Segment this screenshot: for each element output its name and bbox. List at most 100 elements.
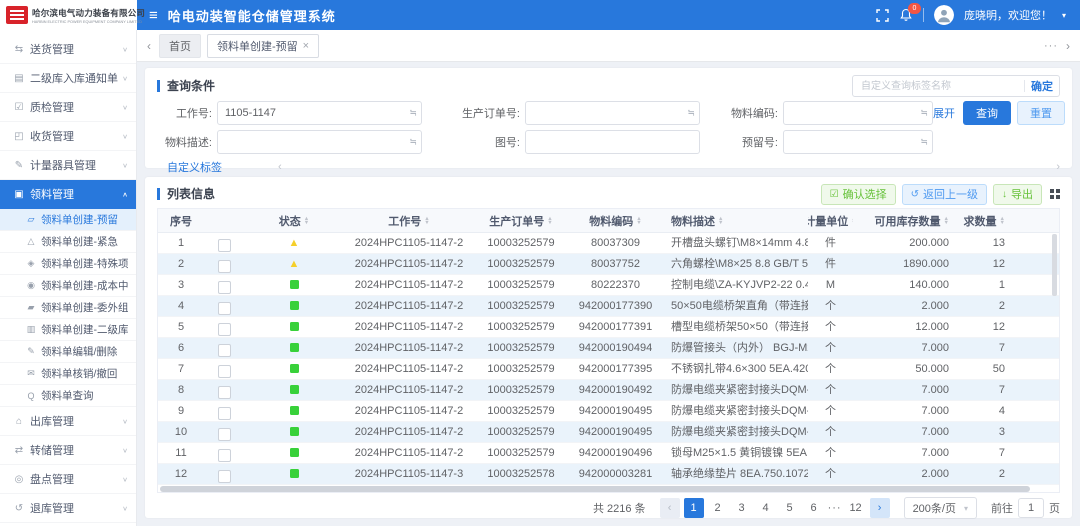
row-checkbox[interactable] <box>218 281 231 294</box>
sidebar-item-create-secondary[interactable]: ▥领料单创建-二级库 <box>0 319 136 341</box>
row-checkbox[interactable] <box>218 260 231 273</box>
column-header-5[interactable]: 物料编码▲▼ <box>568 213 663 229</box>
production-order-input[interactable] <box>526 102 699 124</box>
user-avatar[interactable] <box>934 5 954 25</box>
filter-mode-icon[interactable]: ≒ <box>687 108 695 119</box>
sort-caret-icon[interactable]: ▲▼ <box>636 217 641 225</box>
custom-tag-link[interactable]: 自定义标签 <box>167 159 222 175</box>
custom-tag-input[interactable] <box>859 80 1018 93</box>
pagination-next-button[interactable]: › <box>870 498 890 518</box>
sort-caret-icon[interactable]: ▲▼ <box>547 217 552 225</box>
tab-1[interactable]: 领料单创建-预留× <box>207 34 319 58</box>
sidebar-item-inbound-notice[interactable]: ▤二级库入库通知单∨ <box>0 64 136 93</box>
jump-page-input[interactable] <box>1018 498 1044 518</box>
sidebar-item-doc-query[interactable]: Q领料单查询 <box>0 385 136 407</box>
fullscreen-icon[interactable] <box>876 9 889 22</box>
sidebar-item-transfer[interactable]: ⇄转储管理∨ <box>0 436 136 465</box>
pagination-page-6[interactable]: 6 <box>804 498 824 518</box>
pagination-ellipsis[interactable]: ··· <box>828 502 842 514</box>
column-header-2[interactable]: 状态▲▼ <box>244 213 344 229</box>
table-row[interactable]: 72024HPC1105-1147-2100032525799420001773… <box>158 359 1059 380</box>
row-checkbox[interactable] <box>218 407 231 420</box>
tabs-scroll-right-icon[interactable]: › <box>1066 39 1070 53</box>
sidebar-item-edit-delete[interactable]: ✎领料单编辑/删除 <box>0 341 136 363</box>
drawing-no-input[interactable] <box>526 131 699 153</box>
row-checkbox[interactable] <box>218 428 231 441</box>
sidebar-item-receiving[interactable]: ◰收货管理∨ <box>0 122 136 151</box>
sidebar-item-stocktake[interactable]: ◎盘点管理∨ <box>0 465 136 494</box>
tags-scroll-right-icon[interactable]: › <box>1056 161 1060 173</box>
pagination-page-12[interactable]: 12 <box>846 498 866 518</box>
table-row[interactable]: 112024HPC1105-1147-210003252579942000190… <box>158 443 1059 464</box>
table-row[interactable]: 52024HPC1105-1147-2100032525799420001773… <box>158 317 1059 338</box>
row-checkbox[interactable] <box>218 386 231 399</box>
sidebar-item-create-outsource[interactable]: ▰领料单创建-委外组件 <box>0 297 136 319</box>
column-settings-icon[interactable] <box>1050 189 1060 199</box>
material-desc-input[interactable] <box>218 131 421 153</box>
tab-close-icon[interactable]: × <box>303 40 309 52</box>
back-up-level-button[interactable]: ↺返回上一级 <box>902 184 987 205</box>
tabs-more-icon[interactable]: ··· <box>1044 40 1058 52</box>
menu-collapse-icon[interactable]: ≡ <box>149 8 158 23</box>
pagination-page-1[interactable]: 1 <box>684 498 704 518</box>
sort-caret-icon[interactable]: ▲▼ <box>944 217 949 225</box>
row-checkbox[interactable] <box>218 323 231 336</box>
filter-mode-icon[interactable]: ≒ <box>920 137 928 148</box>
row-checkbox[interactable] <box>218 365 231 378</box>
column-header-7[interactable]: 计量单位▲▼ <box>808 213 853 229</box>
filter-mode-icon[interactable]: ≒ <box>409 108 417 119</box>
horizontal-scrollbar[interactable] <box>160 486 1057 492</box>
page-size-select[interactable]: 200条/页▾ <box>904 497 977 519</box>
sidebar-item-create-special[interactable]: ◈领料单创建-特殊项目 <box>0 253 136 275</box>
sort-caret-icon[interactable]: ▲▼ <box>1000 217 1005 225</box>
row-checkbox[interactable] <box>218 302 231 315</box>
table-row[interactable]: 62024HPC1105-1147-2100032525799420001904… <box>158 338 1059 359</box>
tab-0[interactable]: 首页 <box>159 34 201 58</box>
sidebar-item-writeoff[interactable]: ✉领料单核销/撤回 <box>0 363 136 385</box>
row-checkbox[interactable] <box>218 344 231 357</box>
search-button[interactable]: 查询 <box>963 101 1011 125</box>
pagination-page-4[interactable]: 4 <box>756 498 776 518</box>
pagination-page-2[interactable]: 2 <box>708 498 728 518</box>
pagination-page-3[interactable]: 3 <box>732 498 752 518</box>
filter-mode-icon[interactable]: ≒ <box>409 137 417 148</box>
tags-scroll-left-icon[interactable]: ‹ <box>278 161 282 173</box>
row-checkbox[interactable] <box>218 449 231 462</box>
material-code-input[interactable] <box>784 102 932 124</box>
table-row[interactable]: 32024HPC1105-1147-21000325257980222370控制… <box>158 275 1059 296</box>
export-button[interactable]: ↓导出 <box>993 184 1042 205</box>
table-row[interactable]: 92024HPC1105-1147-2100032525799420001904… <box>158 401 1059 422</box>
vertical-scrollbar[interactable] <box>1052 234 1057 296</box>
column-header-3[interactable]: 工作号▲▼ <box>344 213 474 229</box>
pagination-page-5[interactable]: 5 <box>780 498 800 518</box>
reserve-no-input[interactable] <box>784 131 932 153</box>
tag-confirm-button[interactable]: 确定 <box>1031 78 1053 94</box>
column-header-6[interactable]: 物料描述▲▼ <box>663 213 808 229</box>
notification-bell-icon[interactable]: 0 <box>899 8 913 22</box>
pagination-prev-button[interactable]: ‹ <box>660 498 680 518</box>
sidebar-item-delivery[interactable]: ⇆送货管理∨ <box>0 35 136 64</box>
sort-caret-icon[interactable]: ▲▼ <box>424 217 429 225</box>
user-menu-caret-icon[interactable]: ▾ <box>1062 11 1066 20</box>
sidebar-item-measuring[interactable]: ✎计量器具管理∨ <box>0 151 136 180</box>
sidebar-item-create-reserve[interactable]: ▱领料单创建-预留 <box>0 209 136 231</box>
table-row[interactable]: 1▲2024HPC1105-1147-21000325257980037309开… <box>158 233 1059 254</box>
work-no-input[interactable] <box>218 102 421 124</box>
confirm-select-button[interactable]: ☑确认选择 <box>821 184 896 205</box>
reset-button[interactable]: 重置 <box>1017 101 1065 125</box>
column-header-4[interactable]: 生产订单号▲▼ <box>474 213 568 229</box>
sort-caret-icon[interactable]: ▲▼ <box>304 217 309 225</box>
sidebar-item-outbound[interactable]: ⌂出库管理∨ <box>0 407 136 436</box>
filter-mode-icon[interactable]: ≒ <box>920 108 928 119</box>
sidebar-item-picking[interactable]: ▣领料管理∧ <box>0 180 136 209</box>
expand-link[interactable]: 展开 <box>933 105 955 121</box>
table-row[interactable]: 42024HPC1105-1147-2100032525799420001773… <box>158 296 1059 317</box>
sidebar-item-return[interactable]: ↺退库管理∨ <box>0 494 136 523</box>
sidebar-item-create-urgent[interactable]: △领料单创建-紧急 <box>0 231 136 253</box>
table-row[interactable]: 102024HPC1105-1147-210003252579942000190… <box>158 422 1059 443</box>
table-row[interactable]: 2▲2024HPC1105-1147-21000325257980037752六… <box>158 254 1059 275</box>
sidebar-item-quality[interactable]: ☑质检管理∨ <box>0 93 136 122</box>
tabs-scroll-left-icon[interactable]: ‹ <box>147 39 151 53</box>
table-row[interactable]: 82024HPC1105-1147-2100032525799420001904… <box>158 380 1059 401</box>
column-header-9[interactable]: 需求数量▲▼ <box>963 213 1033 229</box>
